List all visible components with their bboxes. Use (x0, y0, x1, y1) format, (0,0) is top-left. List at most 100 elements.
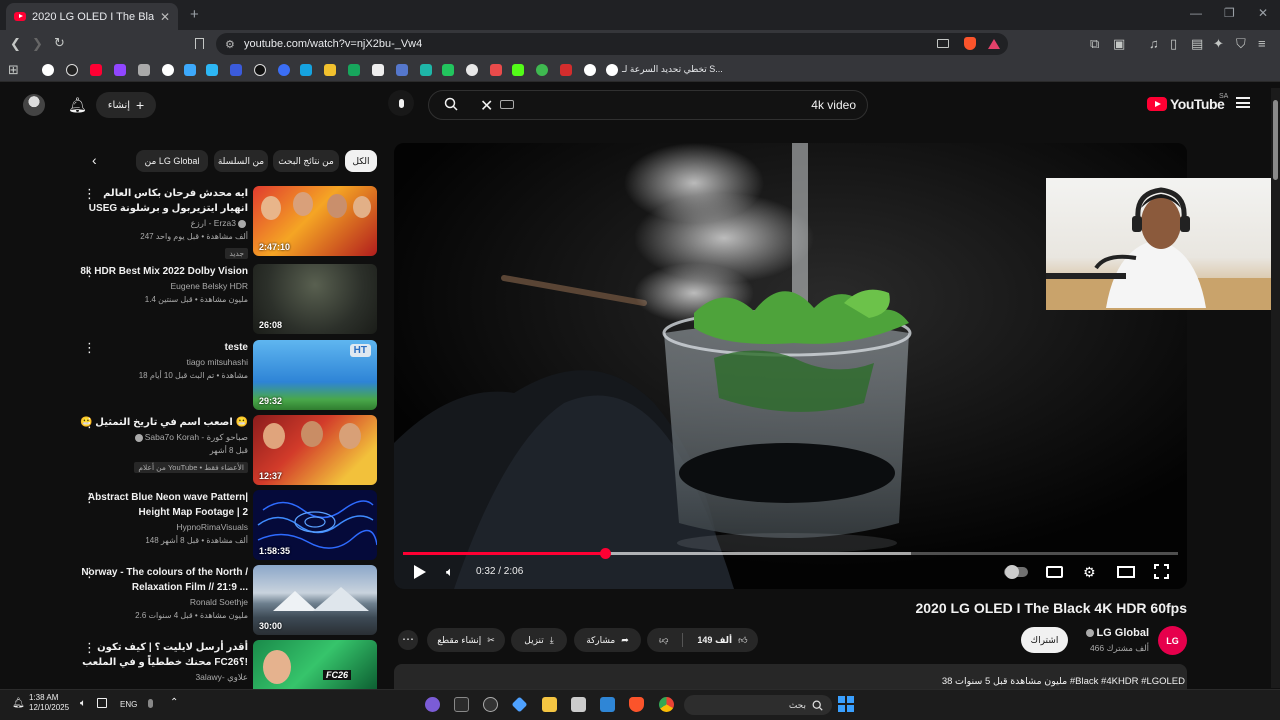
video-thumbnail[interactable]: 2:47:10 (253, 186, 377, 256)
browser-tab[interactable]: 2020 LG OLED I The Black 4K HDR ✕ (6, 3, 178, 30)
video-title[interactable]: teste (78, 340, 248, 355)
more-actions-icon[interactable] (83, 415, 96, 431)
video-thumbnail[interactable]: 30:00 (253, 565, 377, 635)
windows-start-icon[interactable] (838, 696, 854, 712)
leo-ai-icon[interactable]: ✦ (1213, 36, 1224, 52)
screenshot-icon[interactable]: ▣ (1113, 36, 1125, 52)
chip-all[interactable]: الكل (345, 150, 377, 172)
settings-gear-icon[interactable]: ⚙ (1083, 564, 1096, 581)
fullscreen-icon[interactable] (1153, 563, 1170, 580)
shield-bookmark-icon[interactable] (324, 64, 336, 76)
video-title[interactable]: 8k HDR Best Mix 2022 Dolby Vision (78, 264, 248, 279)
teal-bookmark-icon[interactable] (420, 64, 432, 76)
video-thumbnail[interactable]: FC26 (253, 640, 377, 689)
google-bookmark-icon[interactable] (42, 64, 54, 76)
taskbar-clock[interactable]: 1:38 AM 12/10/2025 (29, 693, 69, 713)
twitch-bookmark-icon[interactable] (114, 64, 126, 76)
media-icon[interactable]: ♫ (1149, 36, 1159, 51)
apps-grid-icon[interactable]: ⊞ (8, 62, 19, 78)
volume-icon[interactable]: 🔈︎ (446, 564, 454, 580)
share-button[interactable]: مشاركة ➦ (574, 628, 641, 652)
more-actions-icon[interactable] (83, 264, 96, 280)
chip-from-series[interactable]: من السلسلة (214, 150, 268, 172)
chrome-bookmark-icon[interactable] (162, 64, 174, 76)
account-avatar[interactable] (23, 94, 45, 116)
more-options-icon[interactable]: ⋯ (398, 630, 418, 650)
reload-icon[interactable]: ↻ (54, 35, 65, 51)
list-item[interactable]: 2:47:10 ايه محدش فرحان بكاس العالم USEG … (0, 186, 380, 259)
taskbar-notification-icon[interactable]: 🔔︎ (12, 698, 25, 709)
search-box[interactable] (428, 90, 868, 120)
notifications-bell-icon[interactable]: 🔔︎ (68, 96, 87, 114)
theater-mode-icon[interactable] (1117, 566, 1135, 578)
github-bookmark-icon[interactable] (66, 64, 78, 76)
youtube-bookmark-icon[interactable] (90, 64, 102, 76)
subscribe-button[interactable]: اشتراك (1021, 627, 1068, 653)
puzzle-bookmark-icon[interactable] (396, 64, 408, 76)
brave-rewards-icon[interactable] (988, 39, 1000, 49)
green-circle-bookmark-icon[interactable] (536, 64, 548, 76)
browser-menu-icon[interactable]: ≡ (1258, 36, 1266, 51)
site-info-icon[interactable]: ⚙ (225, 38, 235, 51)
back-icon[interactable]: ❮ (10, 36, 21, 52)
a-bookmark-icon[interactable] (372, 64, 384, 76)
file-explorer-taskbar-icon[interactable] (542, 697, 557, 712)
xbox-taskbar-icon[interactable] (454, 697, 469, 712)
discord-taskbar-icon[interactable] (425, 697, 440, 712)
list-item[interactable]: 1:58:35 Abstract Blue Neon wave Pattern|… (0, 490, 380, 560)
channel-name[interactable]: HypnoRimaVisuals (78, 520, 248, 534)
chrome-taskbar-icon[interactable] (659, 697, 674, 712)
video-thumbnail[interactable]: HT 29:32 (253, 340, 377, 410)
tab-close-icon[interactable]: ✕ (160, 10, 170, 24)
cast-icon[interactable] (937, 39, 949, 48)
google-bookmark-2-icon[interactable] (584, 64, 596, 76)
more-actions-icon[interactable] (83, 340, 96, 356)
stack-bookmark-icon[interactable] (138, 64, 150, 76)
voice-search-button[interactable] (388, 90, 414, 116)
subtitles-icon[interactable] (1046, 566, 1063, 578)
vc-bookmark-icon[interactable] (230, 64, 242, 76)
list-item[interactable]: FC26 أقدر أرسل لايليت ؟ | كيف تكون محنك … (0, 640, 380, 689)
search-input[interactable]: 4k video (811, 98, 856, 112)
speaker-icon[interactable]: 🔈︎ (80, 698, 86, 709)
circle-bookmark-icon[interactable] (466, 64, 478, 76)
youtube-logo[interactable]: YouTube (1147, 96, 1225, 112)
more-actions-icon[interactable] (83, 490, 96, 506)
more-actions-icon[interactable] (83, 565, 96, 581)
video-title[interactable]: أقدر أرسل لايليت ؟ | كيف تكون محنك خططيا… (78, 640, 248, 670)
download-button[interactable]: تنزيل ⤓ (511, 628, 567, 652)
scrollbar-thumb[interactable] (1273, 100, 1278, 180)
progress-scrubber[interactable] (600, 548, 611, 559)
language-indicator[interactable]: ENG (120, 700, 137, 709)
video-title[interactable]: ايه محدش فرحان بكاس العالم USEG انهيار ا… (78, 186, 248, 216)
taskbar-mic-icon[interactable] (148, 699, 153, 708)
like-icon[interactable]: 👍︎ (738, 635, 747, 646)
r-bookmark-icon[interactable] (278, 64, 290, 76)
keyboard-icon[interactable] (500, 100, 514, 109)
sidebar-toggle-icon[interactable]: ▯ (1170, 36, 1177, 52)
three-bookmark-icon[interactable] (560, 64, 572, 76)
channel-name[interactable]: tiago mitsuhashi (78, 355, 248, 369)
red-bookmark-icon[interactable] (490, 64, 502, 76)
minimize-button[interactable]: — (1190, 6, 1202, 20)
chip-from-channel[interactable]: من LG Global (136, 150, 208, 172)
channel-name[interactable]: Eugene Belsky HDR (78, 279, 248, 293)
video-thumbnail[interactable]: 1:58:35 (253, 490, 377, 560)
blue-bookmark-icon[interactable] (300, 64, 312, 76)
clip-button[interactable]: إنشاء مقطع ✂ (427, 628, 505, 652)
guide-menu-icon[interactable] (1236, 97, 1250, 108)
video-thumbnail[interactable]: 26:08 (253, 264, 377, 334)
chip-from-search[interactable]: من نتائج البحث (273, 150, 339, 172)
openai-bookmark-icon[interactable] (254, 64, 266, 76)
autoplay-toggle[interactable] (1004, 565, 1028, 579)
obs-taskbar-icon[interactable] (483, 697, 498, 712)
create-button[interactable]: إنشاء + (96, 92, 156, 118)
video-title[interactable]: Abstract Blue Neon wave Pattern| Height … (78, 490, 248, 520)
list-item[interactable]: 26:08 8k HDR Best Mix 2022 Dolby Vision … (0, 264, 380, 334)
close-window-button[interactable]: ✕ (1258, 6, 1268, 20)
video-title[interactable]: 😬 اصعب اسم في تاريخ التمثيل 😬 (78, 415, 248, 430)
bookmark-speed-label[interactable]: تخطي تحديد السرعة لـ S... (622, 64, 723, 75)
wallet-icon[interactable]: ▤ (1191, 36, 1203, 52)
store-taskbar-icon[interactable] (571, 697, 586, 712)
mail-taskbar-icon[interactable] (600, 697, 615, 712)
